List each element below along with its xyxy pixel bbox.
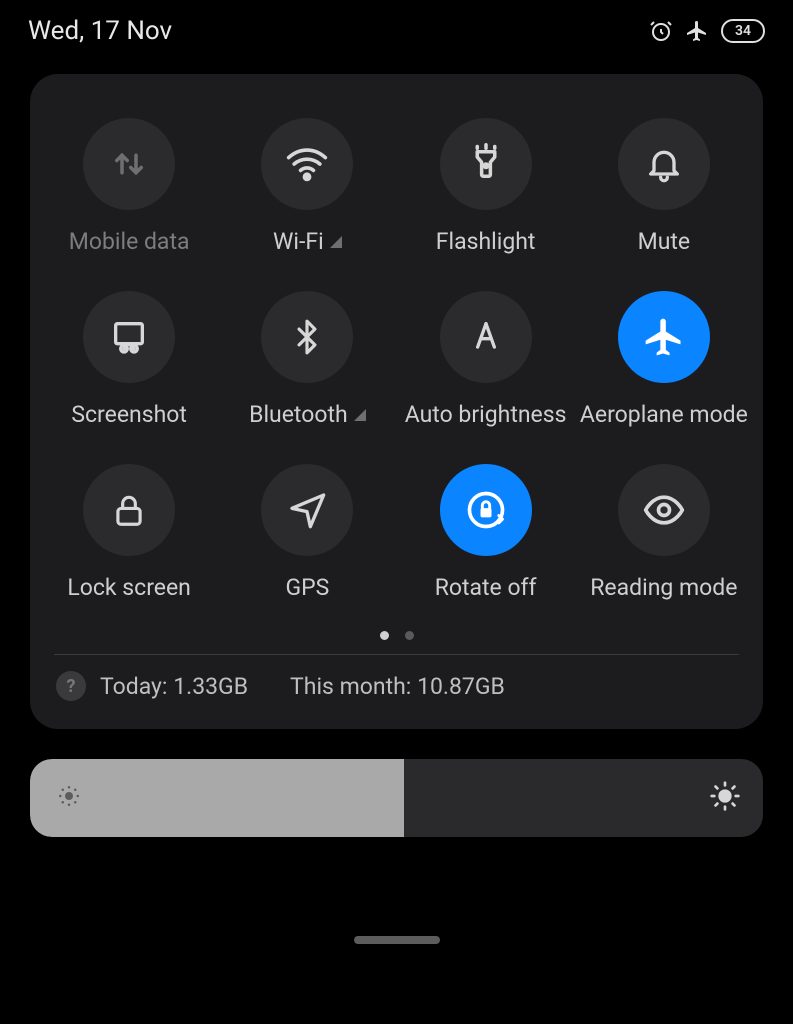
tile-label: Reading mode <box>590 574 737 601</box>
eye-icon <box>642 488 686 532</box>
data-usage-month: This month: 10.87GB <box>290 673 505 700</box>
tile-mobile-data[interactable]: Mobile data <box>40 104 218 277</box>
tile-label: Flashlight <box>436 228 536 255</box>
battery-indicator: 34 <box>721 19 765 43</box>
expand-icon <box>330 236 342 248</box>
nav-handle[interactable] <box>354 936 440 944</box>
tile-lock-screen[interactable]: Lock screen <box>40 450 218 623</box>
flashlight-icon <box>465 143 507 185</box>
quick-settings-panel: Mobile data Wi-Fi Flashlight <box>30 74 763 729</box>
tile-label: Lock screen <box>67 574 191 601</box>
tile-label: Screenshot <box>71 401 187 428</box>
rotate-lock-icon <box>464 488 508 532</box>
airplane-icon <box>685 19 709 43</box>
status-icons: 34 <box>649 19 765 43</box>
expand-icon <box>354 409 366 421</box>
tile-rotate-off[interactable]: Rotate off <box>397 450 575 623</box>
tile-label: Bluetooth <box>249 401 348 428</box>
tile-wifi[interactable]: Wi-Fi <box>218 104 396 277</box>
tile-bluetooth[interactable]: Bluetooth <box>218 277 396 450</box>
bluetooth-icon <box>288 318 326 356</box>
tile-label: Mute <box>638 228 690 255</box>
tile-label: Aeroplane mode <box>580 401 748 428</box>
tile-label: Rotate off <box>435 574 537 601</box>
screenshot-icon <box>109 317 149 357</box>
mobile-data-icon <box>108 143 150 185</box>
help-icon: ? <box>56 671 86 701</box>
tile-label: Mobile data <box>69 228 190 255</box>
brightness-low-icon <box>54 781 84 815</box>
airplane-icon <box>642 315 686 359</box>
wifi-icon <box>285 142 329 186</box>
data-usage-row[interactable]: ? Today: 1.33GB This month: 10.87GB <box>40 655 753 711</box>
tile-reading-mode[interactable]: Reading mode <box>575 450 753 623</box>
tiles-grid: Mobile data Wi-Fi Flashlight <box>40 104 753 623</box>
alarm-icon <box>649 19 673 43</box>
tile-label: Wi-Fi <box>273 228 324 255</box>
brightness-high-icon <box>709 780 741 816</box>
auto-brightness-icon <box>466 317 506 357</box>
bell-icon <box>644 144 684 184</box>
tile-label: Auto brightness <box>405 401 567 428</box>
tile-screenshot[interactable]: Screenshot <box>40 277 218 450</box>
tile-mute[interactable]: Mute <box>575 104 753 277</box>
tile-flashlight[interactable]: Flashlight <box>397 104 575 277</box>
tile-label: GPS <box>285 574 329 601</box>
status-bar: Wed, 17 Nov 34 <box>0 0 793 56</box>
page-indicator <box>40 623 753 654</box>
page-dot[interactable] <box>380 631 389 640</box>
data-usage-today: Today: 1.33GB <box>100 673 248 700</box>
brightness-fill <box>30 759 404 837</box>
status-date[interactable]: Wed, 17 Nov <box>28 16 172 46</box>
navigation-icon <box>287 490 327 530</box>
tile-auto-brightness[interactable]: Auto brightness <box>397 277 575 450</box>
tile-gps[interactable]: GPS <box>218 450 396 623</box>
lock-icon <box>110 491 148 529</box>
brightness-slider[interactable] <box>30 759 763 837</box>
page-dot[interactable] <box>405 631 414 640</box>
tile-aeroplane-mode[interactable]: Aeroplane mode <box>575 277 753 450</box>
